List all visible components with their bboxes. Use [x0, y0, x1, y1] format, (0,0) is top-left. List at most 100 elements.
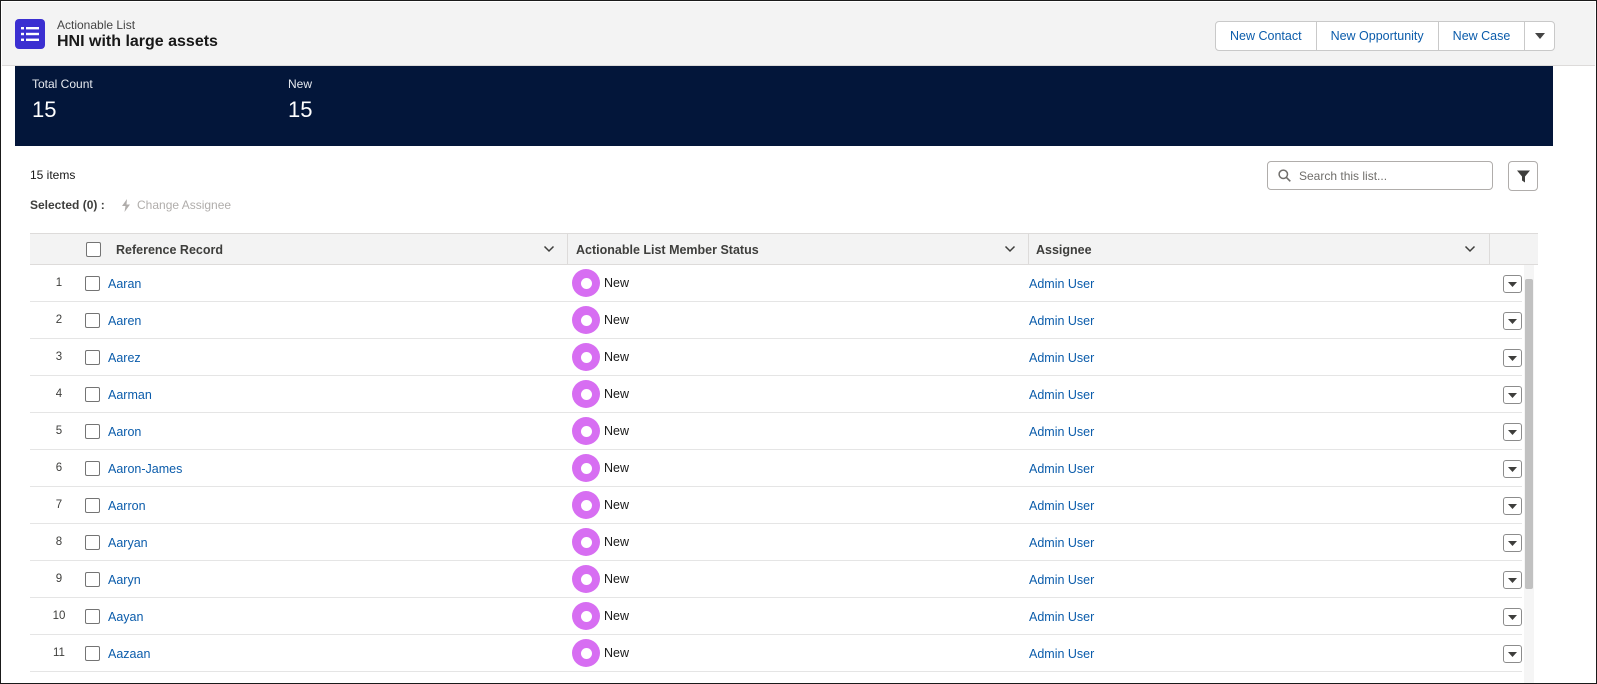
- column-divider: [1028, 234, 1029, 265]
- status-new-icon: [572, 343, 600, 371]
- scrollbar-thumb[interactable]: [1525, 279, 1533, 589]
- row-checkbox[interactable]: [85, 609, 100, 624]
- filter-button[interactable]: [1508, 161, 1538, 191]
- row-actions-button[interactable]: [1503, 571, 1522, 589]
- row-checkbox[interactable]: [85, 461, 100, 476]
- table-row: 8 Aaryan New Admin User: [30, 524, 1522, 561]
- caret-down-icon: [1508, 466, 1517, 472]
- reference-record-link[interactable]: Aaryan: [108, 536, 148, 550]
- column-header-reference-record[interactable]: Reference Record: [116, 234, 223, 265]
- row-checkbox[interactable]: [85, 350, 100, 365]
- caret-down-icon: [1508, 540, 1517, 546]
- row-actions-button[interactable]: [1503, 275, 1522, 293]
- status-new-icon: [572, 380, 600, 408]
- reference-record-link[interactable]: Aarman: [108, 388, 152, 402]
- column-header-status[interactable]: Actionable List Member Status: [576, 234, 759, 265]
- object-type-label: Actionable List: [57, 18, 136, 32]
- status-text: New: [604, 387, 630, 401]
- row-actions-button[interactable]: [1503, 460, 1522, 478]
- new-opportunity-button[interactable]: New Opportunity: [1317, 22, 1439, 50]
- lightning-icon: [122, 198, 130, 212]
- list-icon: [15, 19, 45, 49]
- status-text: New: [604, 276, 630, 290]
- assignee-link[interactable]: Admin User: [1029, 351, 1094, 365]
- row-number: 9: [55, 573, 63, 585]
- row-actions-button[interactable]: [1503, 386, 1522, 404]
- caret-down-icon: [1508, 355, 1517, 361]
- row-actions-button[interactable]: [1503, 312, 1522, 330]
- row-checkbox[interactable]: [85, 646, 100, 661]
- search-input[interactable]: [1299, 168, 1479, 183]
- reference-record-link[interactable]: Aaran: [108, 277, 141, 291]
- more-actions-button[interactable]: [1525, 22, 1554, 50]
- chevron-down-icon[interactable]: [1004, 243, 1016, 255]
- row-actions-button[interactable]: [1503, 534, 1522, 552]
- row-checkbox[interactable]: [85, 535, 100, 550]
- status-new-icon: [572, 528, 600, 556]
- row-actions-button[interactable]: [1503, 349, 1522, 367]
- new-case-button[interactable]: New Case: [1439, 22, 1526, 50]
- reference-record-link[interactable]: Aaron-James: [108, 462, 182, 476]
- assignee-link[interactable]: Admin User: [1029, 573, 1094, 587]
- caret-down-icon: [1508, 318, 1517, 324]
- change-assignee-label: Change Assignee: [137, 198, 232, 212]
- reference-record-link[interactable]: Aazaan: [108, 647, 150, 661]
- chevron-down-icon[interactable]: [1464, 243, 1476, 255]
- assignee-link[interactable]: Admin User: [1029, 425, 1094, 439]
- assignee-link[interactable]: Admin User: [1029, 277, 1094, 291]
- row-checkbox[interactable]: [85, 498, 100, 513]
- caret-down-icon: [1508, 281, 1517, 287]
- reference-record-link[interactable]: Aaryn: [108, 573, 141, 587]
- column-divider: [1489, 234, 1490, 265]
- reference-record-link[interactable]: Aaren: [108, 314, 141, 328]
- assignee-link[interactable]: Admin User: [1029, 388, 1094, 402]
- row-number: 8: [55, 536, 63, 548]
- status-text: New: [604, 572, 630, 586]
- status-text: New: [604, 313, 630, 327]
- assignee-link[interactable]: Admin User: [1029, 499, 1094, 513]
- assignee-link[interactable]: Admin User: [1029, 647, 1094, 661]
- column-header-assignee[interactable]: Assignee: [1036, 234, 1092, 265]
- total-count-label: Total Count: [32, 77, 93, 91]
- new-contact-button[interactable]: New Contact: [1216, 22, 1317, 50]
- row-number: 7: [55, 499, 63, 511]
- row-checkbox[interactable]: [85, 276, 100, 291]
- reference-record-link[interactable]: Aayan: [108, 610, 143, 624]
- assignee-link[interactable]: Admin User: [1029, 462, 1094, 476]
- header-actions: New Contact New Opportunity New Case: [1215, 21, 1556, 51]
- assignee-link[interactable]: Admin User: [1029, 536, 1094, 550]
- assignee-link[interactable]: Admin User: [1029, 610, 1094, 624]
- row-checkbox[interactable]: [85, 313, 100, 328]
- page-title: HNI with large assets: [57, 33, 218, 50]
- row-actions-button[interactable]: [1503, 608, 1522, 626]
- row-actions-button[interactable]: [1503, 645, 1522, 663]
- filter-icon: [1516, 170, 1530, 182]
- page-header: Actionable List HNI with large assets Ne…: [2, 2, 1595, 66]
- table-row: 9 Aaryn New Admin User: [30, 561, 1522, 598]
- row-checkbox[interactable]: [85, 424, 100, 439]
- total-count-stat: Total Count 15: [32, 77, 93, 123]
- row-number: 10: [52, 610, 66, 622]
- assignee-link[interactable]: Admin User: [1029, 314, 1094, 328]
- reference-record-link[interactable]: Aaron: [108, 425, 141, 439]
- table-row: 4 Aarman New Admin User: [30, 376, 1522, 413]
- row-actions-button[interactable]: [1503, 423, 1522, 441]
- status-new-icon: [572, 269, 600, 297]
- row-checkbox[interactable]: [85, 387, 100, 402]
- row-checkbox[interactable]: [85, 572, 100, 587]
- status-text: New: [604, 350, 630, 364]
- select-all-checkbox[interactable]: [86, 242, 101, 257]
- chevron-down-icon[interactable]: [543, 243, 555, 255]
- table-row: 5 Aaron New Admin User: [30, 413, 1522, 450]
- status-text: New: [604, 424, 630, 438]
- search-box: [1267, 161, 1493, 190]
- caret-down-icon: [1508, 429, 1517, 435]
- change-assignee-button[interactable]: Change Assignee: [121, 198, 231, 212]
- reference-record-link[interactable]: Aarez: [108, 351, 141, 365]
- row-number: 3: [55, 351, 63, 363]
- caret-down-icon: [1534, 33, 1545, 39]
- reference-record-link[interactable]: Aarron: [108, 499, 146, 513]
- row-number: 11: [53, 647, 65, 659]
- status-new-icon: [572, 639, 600, 667]
- row-actions-button[interactable]: [1503, 497, 1522, 515]
